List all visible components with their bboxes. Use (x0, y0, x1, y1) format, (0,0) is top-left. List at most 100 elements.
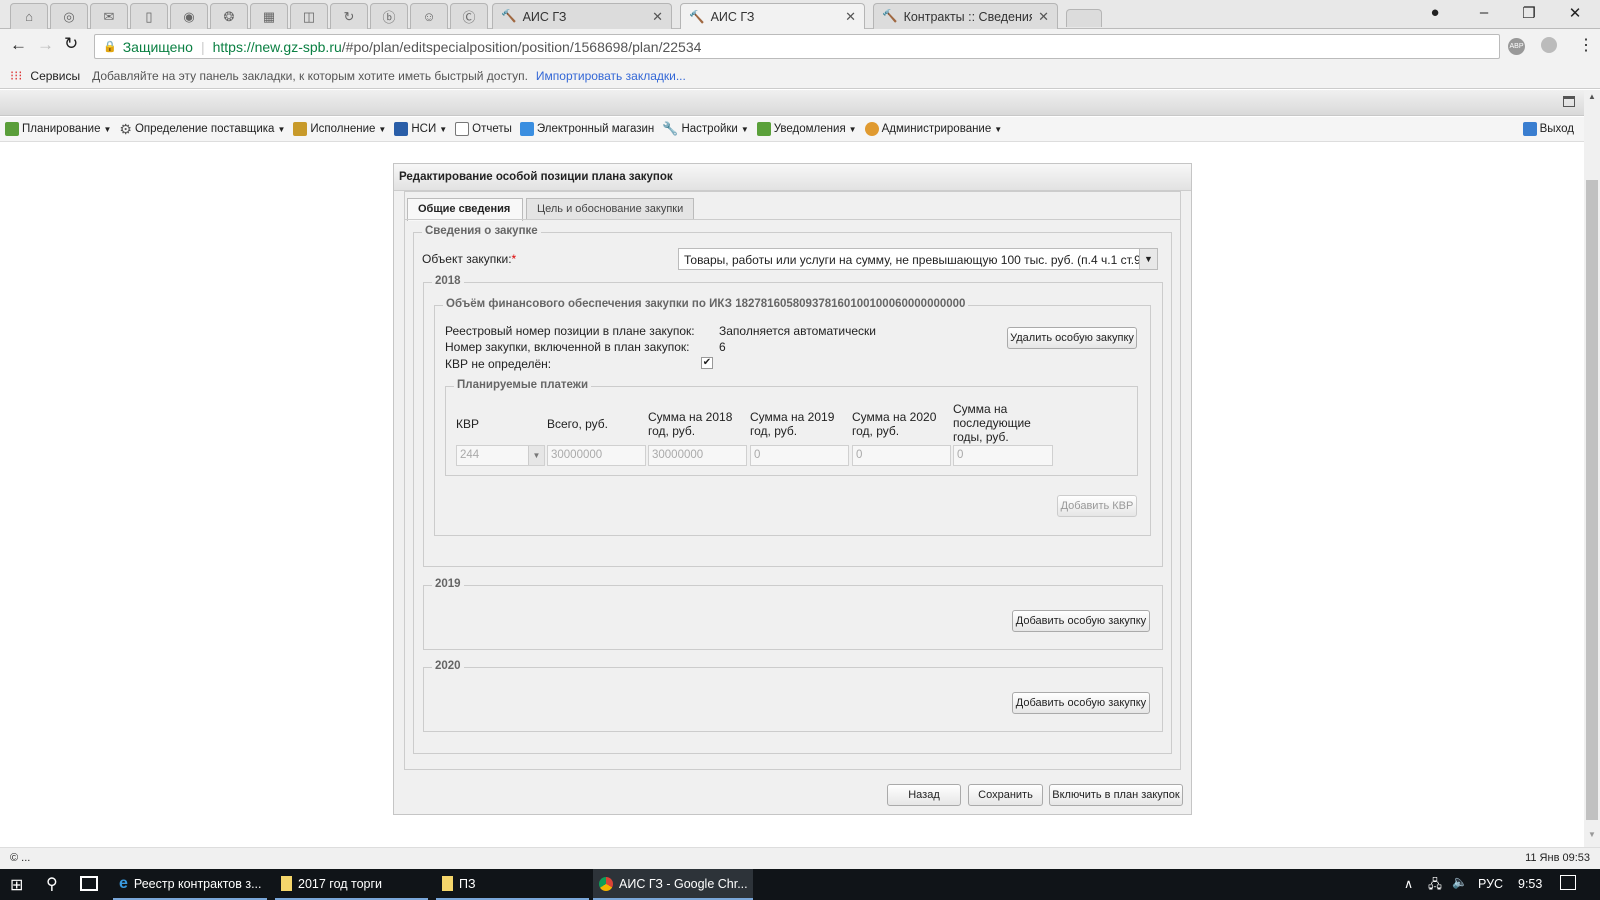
close-tab-icon[interactable]: ✕ (652, 9, 663, 25)
taskbar-item-chrome[interactable]: АИС ГЗ - Google Chr... (593, 869, 753, 900)
save-button[interactable]: Сохранить (968, 784, 1043, 806)
pinned-tab-people-icon[interactable]: ☺ (410, 3, 448, 29)
fieldset-financing: Объём финансового обеспечения закупки по… (434, 298, 1151, 536)
object-select[interactable]: Товары, работы или услуги на сумму, не п… (678, 248, 1158, 270)
close-tab-icon[interactable]: ✕ (1038, 9, 1049, 25)
language-indicator[interactable]: РУС (1478, 877, 1503, 891)
tab-purpose[interactable]: Цель и обоснование закупки (526, 198, 695, 220)
new-tab-button[interactable] (1066, 9, 1102, 27)
address-bar[interactable]: 🔒 Защищено | https://new.gz-spb.ru /#po/… (94, 34, 1500, 59)
menu-notifications[interactable]: Уведомления ▼ (756, 122, 857, 136)
profile-icon[interactable]: ● (1420, 4, 1450, 21)
gears-icon: ⚙ (119, 120, 132, 137)
tab-favicon-icon: 🔨 (882, 9, 898, 23)
kvr-value: 244 (460, 449, 480, 461)
pinned-tab-bag-icon[interactable]: ◫ (290, 3, 328, 29)
menu-execution[interactable]: Исполнение ▼ (293, 122, 386, 136)
menu-reports[interactable]: Отчеты (455, 122, 512, 136)
pinned-tab-refresh-circle-icon[interactable]: ↻ (330, 3, 368, 29)
fieldset-planned-payments: Планируемые платежи КВР Всего, руб. Сумм… (445, 379, 1138, 476)
windows-start-icon[interactable]: ⊞ (10, 875, 23, 895)
chevron-down-icon[interactable]: ▼ (528, 446, 544, 465)
exit-icon (1522, 122, 1537, 136)
caret-down-icon: ▼ (848, 124, 857, 134)
restore-button[interactable]: ❐ (1514, 4, 1544, 22)
pinned-tab-globe-icon[interactable]: ◎ (50, 3, 88, 29)
clock[interactable]: 9:53 (1518, 877, 1542, 891)
menu-dots-icon[interactable]: ⋮ (1578, 35, 1594, 55)
task-view-icon[interactable] (80, 876, 98, 891)
col-header-total: Всего, руб. (547, 417, 609, 431)
maximize-panel-icon[interactable] (1563, 96, 1575, 107)
caret-down-icon: ▼ (740, 124, 749, 134)
taskbar-item-folder[interactable]: 2017 год торги (275, 869, 428, 900)
menu-label: НСИ (411, 123, 437, 135)
pinned-tab-shield-icon[interactable]: ◉ (170, 3, 208, 29)
adblock-icon[interactable]: ABP (1508, 38, 1525, 55)
page-scrollbar[interactable]: ▲ ▼ (1584, 90, 1600, 847)
search-icon[interactable]: ⚲ (46, 874, 58, 894)
pinned-tab-chrome-c-icon[interactable]: Ⓒ (450, 3, 488, 29)
add-kvr-button[interactable]: Добавить КВР (1057, 495, 1137, 517)
pinned-tab-bank-icon[interactable]: ⓑ (370, 3, 408, 29)
sum-2019-input[interactable]: 0 (750, 445, 849, 466)
menu-planning[interactable]: Планирование ▼ (5, 122, 111, 136)
add-special-purchase-2019-button[interactable]: Добавить особую закупку (1012, 610, 1150, 632)
taskbar-item-ie[interactable]: e Реестр контрактов з... (113, 869, 267, 900)
close-window-button[interactable]: ✕ (1560, 4, 1590, 22)
menu-nsi[interactable]: НСИ ▼ (394, 122, 447, 136)
browser-tab[interactable]: 🔨 Контракты :: Сведения о ✕ (873, 3, 1058, 29)
kvr-select[interactable]: 244 ▼ (456, 445, 545, 466)
pinned-tab-home-icon[interactable]: ⌂ (10, 3, 48, 29)
delete-special-purchase-button[interactable]: Удалить особую закупку (1007, 327, 1137, 349)
apps-grid-icon[interactable]: ⁝⁝⁝ (10, 68, 22, 84)
tab-title: Контракты :: Сведения о (903, 9, 1033, 24)
logout-button[interactable]: Выход (1522, 122, 1574, 136)
menu-supplier[interactable]: ⚙ Определение поставщика ▼ (119, 121, 285, 138)
pinned-tab-document-icon[interactable]: ▯ (130, 3, 168, 29)
tab-general[interactable]: Общие сведения (407, 198, 523, 221)
notification-center-icon[interactable] (1560, 875, 1576, 890)
sum-later-input[interactable]: 0 (953, 445, 1053, 466)
menu-eshop[interactable]: Электронный магазин (519, 122, 654, 136)
browser-tab[interactable]: 🔨 АИС ГЗ ✕ (492, 3, 672, 29)
add-special-purchase-2020-button[interactable]: Добавить особую закупку (1012, 692, 1150, 714)
minimize-button[interactable]: – (1469, 4, 1499, 21)
taskbar-item-folder[interactable]: ПЗ (436, 869, 589, 900)
scrollbar-thumb[interactable] (1586, 180, 1598, 820)
pinned-tab-coins-icon[interactable]: ❂ (210, 3, 248, 29)
col-header-later: Сумма на последующие годы, руб. (953, 402, 1031, 444)
notification-icon (756, 122, 771, 136)
back-icon[interactable]: ← (10, 35, 27, 55)
total-input[interactable]: 30000000 (547, 445, 646, 466)
copyright: © ... (10, 852, 31, 864)
scroll-down-icon[interactable]: ▼ (1588, 830, 1596, 839)
folder-icon (281, 876, 292, 891)
edit-special-position-dialog: Редактирование особой позиции плана заку… (393, 163, 1192, 815)
kvr-undefined-checkbox[interactable]: ✔ (701, 357, 713, 369)
apps-link[interactable]: Сервисы (30, 69, 80, 83)
taskbar-label: 2017 год торги (298, 876, 383, 891)
include-in-plan-button[interactable]: Включить в план закупок (1049, 784, 1183, 806)
network-icon[interactable]: 🖧 (1428, 875, 1442, 896)
sum-2020-input[interactable]: 0 (852, 445, 951, 466)
sum-2018-input[interactable]: 30000000 (648, 445, 747, 466)
import-bookmarks-link[interactable]: Импортировать закладки... (536, 69, 686, 83)
chrome-icon (599, 876, 613, 891)
menu-settings[interactable]: 🔧 Настройки ▼ (662, 121, 749, 137)
back-button[interactable]: Назад (887, 784, 961, 806)
reload-icon[interactable]: ↻ (64, 34, 78, 54)
close-tab-icon[interactable]: ✕ (845, 9, 856, 25)
pinned-tab-mail-icon[interactable]: ✉ (90, 3, 128, 29)
browser-tab-active[interactable]: 🔨 АИС ГЗ ✕ (680, 3, 865, 30)
extension-icon[interactable] (1541, 37, 1557, 53)
volume-icon[interactable]: 🔈 (1452, 875, 1468, 890)
pinned-tab-calculator-icon[interactable]: ▦ (250, 3, 288, 29)
chevron-down-icon[interactable]: ▼ (1139, 249, 1157, 269)
menu-admin[interactable]: Администрирование ▼ (864, 122, 1002, 136)
caret-down-icon: ▼ (277, 124, 286, 134)
scroll-up-icon[interactable]: ▲ (1588, 92, 1596, 101)
fieldset-2019: 2019 Добавить особую закупку (423, 578, 1163, 650)
tray-chevron-icon[interactable]: ∧ (1404, 876, 1413, 891)
forward-icon[interactable]: → (37, 35, 54, 55)
